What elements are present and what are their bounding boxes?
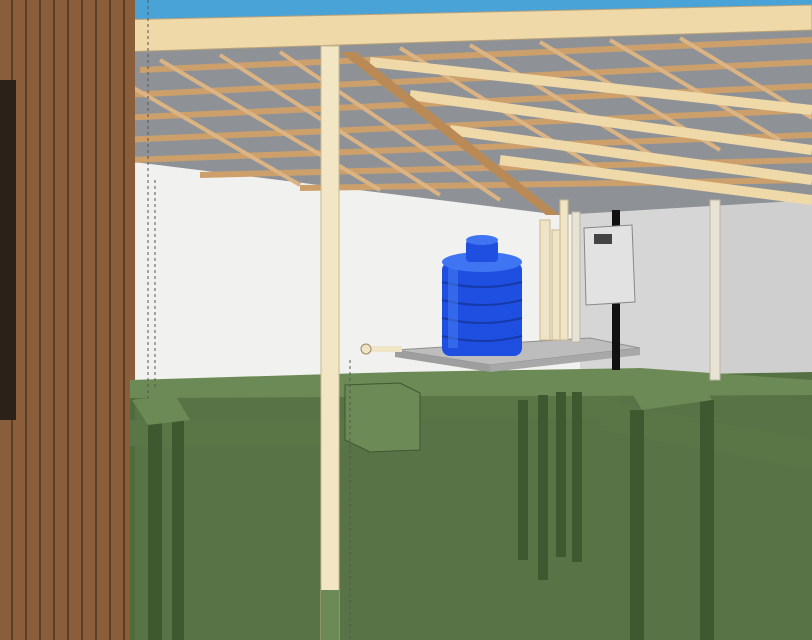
main-post-base <box>321 590 339 640</box>
scene-viewport <box>0 0 812 640</box>
valve-icon <box>360 343 372 355</box>
main-post <box>320 45 340 640</box>
right-wall-far <box>720 185 812 400</box>
window-frame <box>0 80 16 420</box>
3d-model-render <box>0 0 812 640</box>
inlet-box <box>344 382 421 453</box>
